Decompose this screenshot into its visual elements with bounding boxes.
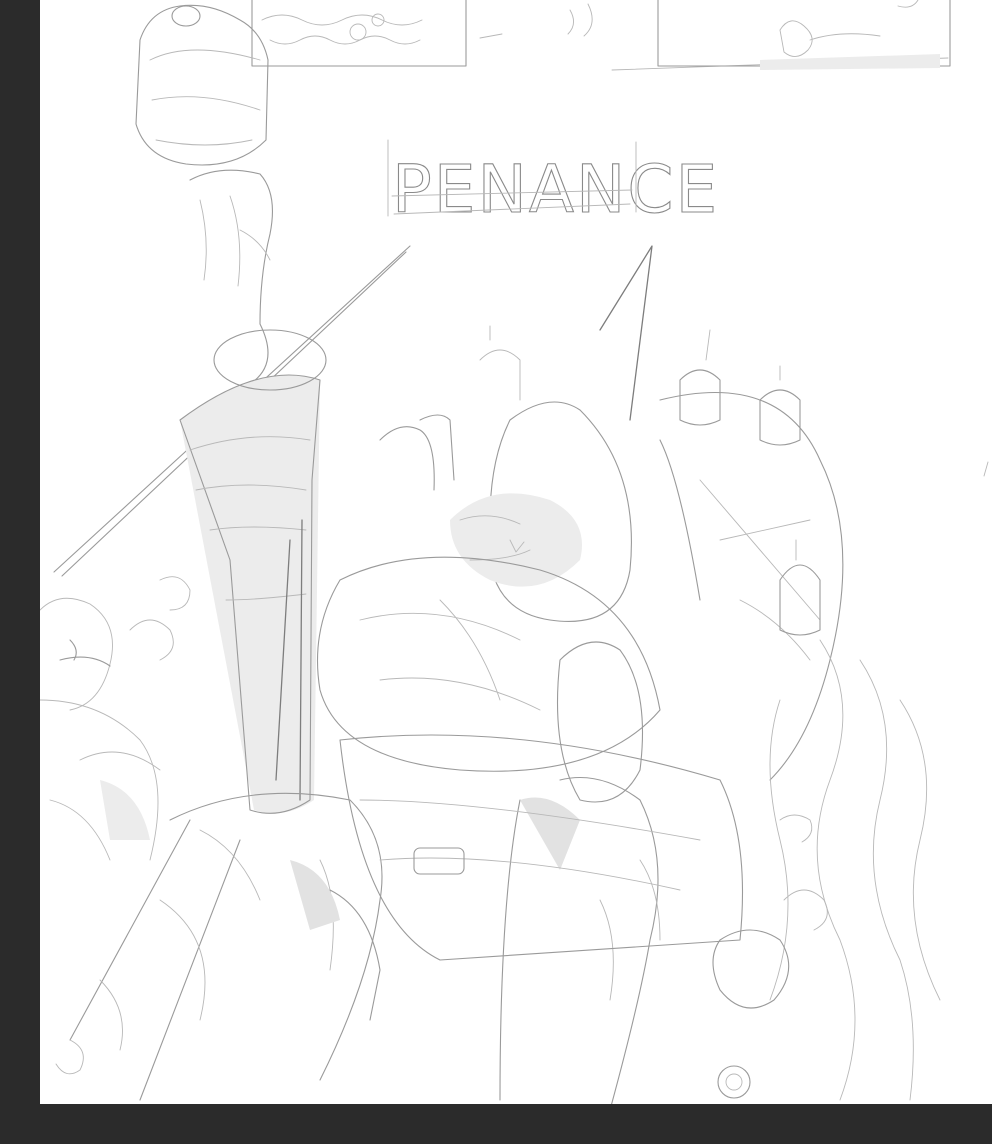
right-drapes-sketch xyxy=(712,639,941,1101)
club-body xyxy=(179,329,327,814)
candle-cluster-sketch xyxy=(379,325,844,781)
edge-mark xyxy=(983,461,989,477)
drawing-canvas-area[interactable]: PENANCE xyxy=(0,0,992,1144)
sketch-page[interactable]: PENANCE xyxy=(40,0,992,1104)
hooded-penitent-figure xyxy=(316,245,661,1104)
penance-title-lettering: PENANCE xyxy=(392,151,719,228)
top-panel-left xyxy=(251,0,467,67)
top-panel-right xyxy=(657,0,951,70)
crowd-left-sketch xyxy=(40,576,191,861)
gauntlet-sketch xyxy=(55,792,383,1101)
